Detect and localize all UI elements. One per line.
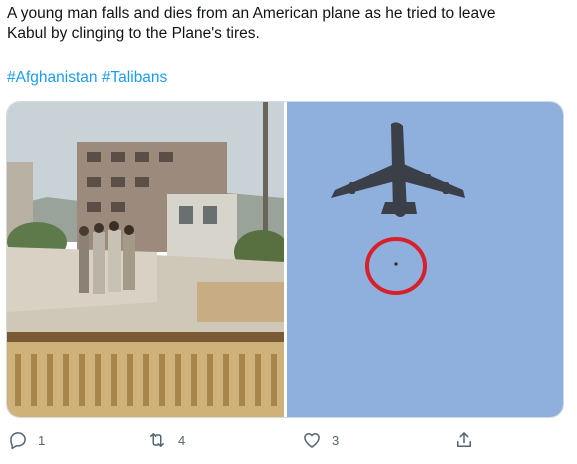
photo-plane[interactable] [287, 102, 563, 417]
hashtag-talibans[interactable]: #Talibans [102, 69, 168, 86]
rooftop-image [7, 102, 284, 417]
tweet-text: A young man falls and dies from an Ameri… [7, 5, 496, 42]
retweet-count: 4 [178, 432, 186, 448]
photo-rooftop[interactable] [7, 102, 284, 417]
tweet-actions: 1 4 3 [0, 422, 577, 458]
like-count: 3 [332, 432, 340, 448]
media-grid [6, 101, 564, 418]
like-button[interactable]: 3 [302, 428, 339, 452]
hashtags: #Afghanistan #Talibans [7, 68, 167, 88]
retweet-button[interactable]: 4 [146, 428, 185, 452]
reply-button[interactable]: 1 [8, 428, 45, 452]
reply-icon [10, 432, 26, 450]
share-icon [457, 432, 471, 447]
share-button[interactable] [454, 428, 474, 452]
reply-count: 1 [38, 432, 46, 448]
heart-icon [304, 433, 320, 448]
hashtag-afghanistan[interactable]: #Afghanistan [7, 69, 98, 86]
plane-image [287, 102, 563, 417]
retweet-icon [150, 433, 164, 447]
